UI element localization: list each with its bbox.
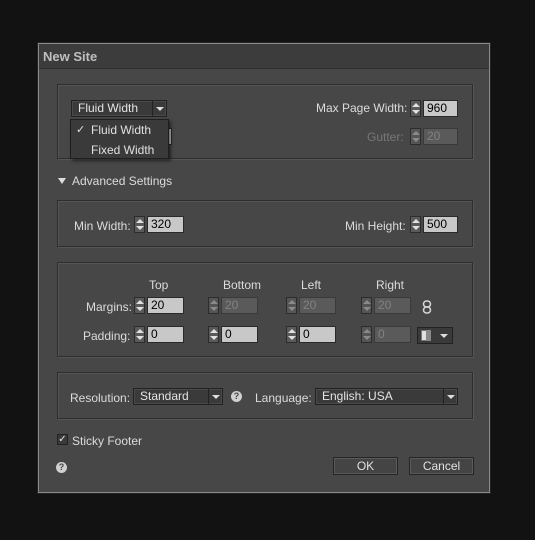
new-site-dialog: New Site Fluid Width Max Page Width: 960…: [38, 43, 490, 493]
spinner-arrows-icon[interactable]: [208, 326, 219, 343]
spinner-arrows-icon[interactable]: [361, 326, 372, 343]
resolution-value: Standard: [140, 389, 189, 403]
min-width-label: Min Width:: [74, 219, 131, 233]
help-icon[interactable]: ?: [56, 462, 67, 473]
sticky-footer-label[interactable]: Sticky Footer: [72, 434, 142, 448]
padding-bottom-stepper[interactable]: 0: [208, 326, 258, 343]
chevron-down-icon: [443, 389, 457, 404]
menu-item-label: Fluid Width: [91, 123, 152, 137]
margin-left-stepper[interactable]: 20: [286, 297, 336, 314]
language-label: Language:: [255, 391, 312, 405]
min-width-stepper[interactable]: 320: [134, 216, 184, 233]
margin-top-stepper[interactable]: 20: [134, 297, 184, 314]
padding-label: Padding:: [83, 329, 131, 343]
margin-top-input[interactable]: 20: [147, 297, 184, 314]
chevron-down-icon: [208, 389, 222, 404]
chevron-down-icon: [152, 101, 166, 116]
max-page-width-stepper[interactable]: 960: [410, 100, 458, 117]
layout-dropdown-menu: ✓ Fluid Width Fixed Width: [70, 119, 169, 159]
column-header-bottom: Bottom: [223, 278, 262, 292]
margin-right-input[interactable]: 20: [374, 297, 411, 314]
min-width-input[interactable]: 320: [147, 216, 184, 233]
disclosure-triangle-icon[interactable]: [58, 178, 66, 184]
language-value: English: USA: [322, 389, 393, 403]
padding-bottom-input[interactable]: 0: [221, 326, 258, 343]
margin-bottom-input[interactable]: 20: [221, 297, 258, 314]
dialog-title: New Site: [43, 49, 98, 64]
column-header-top: Top: [149, 278, 169, 292]
gutter-stepper[interactable]: 20: [410, 128, 458, 145]
fill-options-dropdown[interactable]: [417, 327, 453, 344]
advanced-settings-toggle[interactable]: Advanced Settings: [72, 174, 172, 188]
max-page-width-input[interactable]: 960: [423, 100, 458, 117]
min-height-label: Min Height:: [345, 219, 406, 233]
column-header-left: Left: [301, 278, 322, 292]
spinner-arrows-icon[interactable]: [208, 297, 219, 314]
min-height-stepper[interactable]: 500: [410, 216, 458, 233]
padding-top-stepper[interactable]: 0: [134, 326, 184, 343]
link-chain-icon[interactable]: [422, 300, 432, 314]
margin-bottom-stepper[interactable]: 20: [208, 297, 258, 314]
language-select[interactable]: English: USA: [315, 388, 458, 405]
spinner-arrows-icon[interactable]: [361, 297, 372, 314]
layout-select[interactable]: Fluid Width: [71, 100, 167, 117]
padding-right-input[interactable]: 0: [374, 326, 411, 343]
sticky-footer-checkbox[interactable]: ✓: [57, 434, 68, 445]
spinner-arrows-icon[interactable]: [286, 326, 297, 343]
resolution-select[interactable]: Standard: [133, 388, 223, 405]
spinner-arrows-icon[interactable]: [134, 216, 145, 233]
ok-button[interactable]: OK: [333, 457, 398, 475]
spinner-arrows-icon[interactable]: [134, 326, 145, 343]
padding-right-stepper[interactable]: 0: [361, 326, 411, 343]
gutter-label: Gutter:: [367, 130, 404, 144]
title-bar[interactable]: New Site: [39, 44, 489, 69]
max-page-width-label: Max Page Width:: [316, 101, 408, 115]
margin-left-input[interactable]: 20: [299, 297, 336, 314]
menu-item-label: Fixed Width: [91, 143, 155, 157]
padding-top-input[interactable]: 0: [147, 326, 184, 343]
checkmark-icon: ✓: [76, 124, 86, 136]
min-height-input[interactable]: 500: [423, 216, 458, 233]
margins-label: Margins:: [86, 300, 133, 314]
menu-item-fluid-width[interactable]: ✓ Fluid Width: [71, 120, 168, 140]
resolution-label: Resolution:: [70, 391, 131, 405]
spinner-arrows-icon[interactable]: [410, 216, 421, 233]
cancel-button[interactable]: Cancel: [409, 457, 474, 475]
margin-right-stepper[interactable]: 20: [361, 297, 411, 314]
gutter-input[interactable]: 20: [423, 128, 458, 145]
padding-left-input[interactable]: 0: [299, 326, 336, 343]
spinner-arrows-icon[interactable]: [410, 100, 421, 117]
chevron-down-icon: [440, 334, 448, 338]
spinner-arrows-icon[interactable]: [410, 128, 421, 145]
spinner-arrows-icon[interactable]: [134, 297, 145, 314]
menu-item-fixed-width[interactable]: Fixed Width: [71, 140, 168, 160]
layout-select-value: Fluid Width: [78, 101, 139, 115]
column-header-right: Right: [376, 278, 405, 292]
padding-left-stepper[interactable]: 0: [286, 326, 336, 343]
spinner-arrows-icon[interactable]: [286, 297, 297, 314]
fill-swatch-half: [426, 330, 431, 341]
help-icon[interactable]: ?: [231, 391, 242, 402]
